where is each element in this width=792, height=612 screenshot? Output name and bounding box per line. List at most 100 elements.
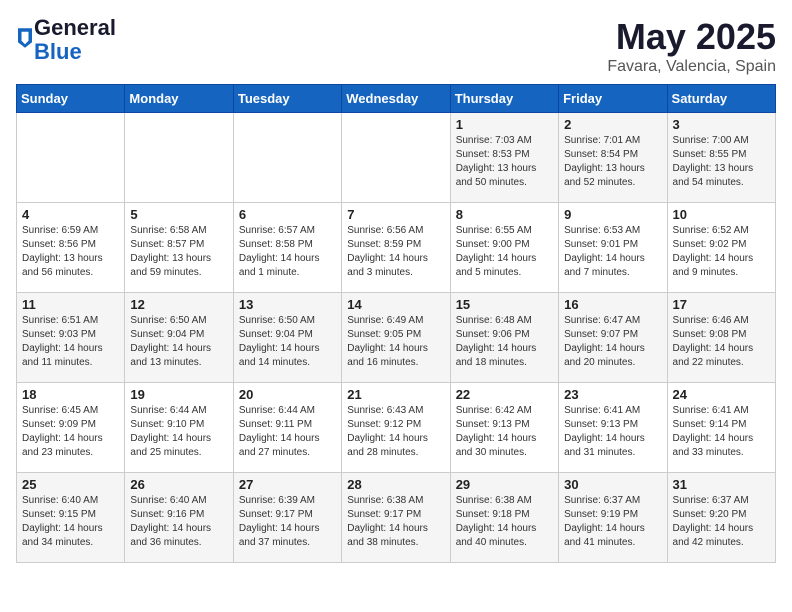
logo-blue: Blue [34, 39, 82, 64]
day-number: 3 [673, 117, 770, 132]
calendar-cell: 5 Sunrise: 6:58 AM Sunset: 8:57 PM Daylig… [125, 203, 233, 293]
cell-info: Sunrise: 6:50 AM Sunset: 9:04 PM Dayligh… [239, 314, 336, 370]
day-number: 30 [564, 477, 661, 492]
day-number: 4 [22, 207, 119, 222]
weekday-header-saturday: Saturday [667, 85, 775, 113]
day-number: 13 [239, 297, 336, 312]
calendar-cell: 9 Sunrise: 6:53 AM Sunset: 9:01 PM Daylig… [559, 203, 667, 293]
cell-info: Sunrise: 6:38 AM Sunset: 9:17 PM Dayligh… [347, 494, 444, 550]
calendar-cell: 22 Sunrise: 6:42 AM Sunset: 9:13 PM Dayli… [450, 383, 558, 473]
cell-info: Sunrise: 6:58 AM Sunset: 8:57 PM Dayligh… [130, 224, 227, 280]
cell-info: Sunrise: 6:56 AM Sunset: 8:59 PM Dayligh… [347, 224, 444, 280]
weekday-header-row: SundayMondayTuesdayWednesdayThursdayFrid… [17, 85, 776, 113]
calendar-cell [233, 113, 341, 203]
calendar-cell: 10 Sunrise: 6:52 AM Sunset: 9:02 PM Dayli… [667, 203, 775, 293]
day-number: 10 [673, 207, 770, 222]
calendar-cell: 18 Sunrise: 6:45 AM Sunset: 9:09 PM Dayli… [17, 383, 125, 473]
month-title: May 2025 [607, 16, 776, 58]
cell-info: Sunrise: 6:46 AM Sunset: 9:08 PM Dayligh… [673, 314, 770, 370]
cell-info: Sunrise: 6:44 AM Sunset: 9:11 PM Dayligh… [239, 404, 336, 460]
calendar-cell: 13 Sunrise: 6:50 AM Sunset: 9:04 PM Dayli… [233, 293, 341, 383]
logo-icon [18, 28, 32, 48]
cell-info: Sunrise: 6:45 AM Sunset: 9:09 PM Dayligh… [22, 404, 119, 460]
day-number: 12 [130, 297, 227, 312]
cell-info: Sunrise: 6:44 AM Sunset: 9:10 PM Dayligh… [130, 404, 227, 460]
cell-info: Sunrise: 6:39 AM Sunset: 9:17 PM Dayligh… [239, 494, 336, 550]
calendar-cell: 7 Sunrise: 6:56 AM Sunset: 8:59 PM Daylig… [342, 203, 450, 293]
cell-info: Sunrise: 7:03 AM Sunset: 8:53 PM Dayligh… [456, 134, 553, 190]
day-number: 23 [564, 387, 661, 402]
day-number: 18 [22, 387, 119, 402]
day-number: 1 [456, 117, 553, 132]
week-row-3: 11 Sunrise: 6:51 AM Sunset: 9:03 PM Dayli… [17, 293, 776, 383]
day-number: 20 [239, 387, 336, 402]
weekday-header-wednesday: Wednesday [342, 85, 450, 113]
week-row-1: 1 Sunrise: 7:03 AM Sunset: 8:53 PM Daylig… [17, 113, 776, 203]
cell-info: Sunrise: 6:40 AM Sunset: 9:15 PM Dayligh… [22, 494, 119, 550]
day-number: 24 [673, 387, 770, 402]
cell-info: Sunrise: 7:00 AM Sunset: 8:55 PM Dayligh… [673, 134, 770, 190]
cell-info: Sunrise: 6:37 AM Sunset: 9:19 PM Dayligh… [564, 494, 661, 550]
day-number: 27 [239, 477, 336, 492]
calendar-cell [125, 113, 233, 203]
calendar-cell: 17 Sunrise: 6:46 AM Sunset: 9:08 PM Dayli… [667, 293, 775, 383]
calendar-cell: 12 Sunrise: 6:50 AM Sunset: 9:04 PM Dayli… [125, 293, 233, 383]
day-number: 26 [130, 477, 227, 492]
cell-info: Sunrise: 6:51 AM Sunset: 9:03 PM Dayligh… [22, 314, 119, 370]
location: Favara, Valencia, Spain [607, 58, 776, 76]
cell-info: Sunrise: 6:48 AM Sunset: 9:06 PM Dayligh… [456, 314, 553, 370]
day-number: 7 [347, 207, 444, 222]
cell-info: Sunrise: 6:52 AM Sunset: 9:02 PM Dayligh… [673, 224, 770, 280]
day-number: 9 [564, 207, 661, 222]
weekday-header-friday: Friday [559, 85, 667, 113]
calendar-cell: 15 Sunrise: 6:48 AM Sunset: 9:06 PM Dayli… [450, 293, 558, 383]
day-number: 11 [22, 297, 119, 312]
week-row-2: 4Sunrise: 6:59 AM Sunset: 8:56 PM Daylig… [17, 203, 776, 293]
calendar-cell [17, 113, 125, 203]
cell-info: Sunrise: 6:41 AM Sunset: 9:14 PM Dayligh… [673, 404, 770, 460]
day-number: 15 [456, 297, 553, 312]
calendar-cell: 8Sunrise: 6:55 AM Sunset: 9:00 PM Daylig… [450, 203, 558, 293]
logo-text: General Blue [34, 16, 116, 64]
calendar-cell: 19Sunrise: 6:44 AM Sunset: 9:10 PM Dayli… [125, 383, 233, 473]
day-number: 2 [564, 117, 661, 132]
calendar-cell: 28 Sunrise: 6:38 AM Sunset: 9:17 PM Dayli… [342, 473, 450, 563]
calendar-cell: 27 Sunrise: 6:39 AM Sunset: 9:17 PM Dayli… [233, 473, 341, 563]
calendar-cell: 16Sunrise: 6:47 AM Sunset: 9:07 PM Dayli… [559, 293, 667, 383]
weekday-header-tuesday: Tuesday [233, 85, 341, 113]
cell-info: Sunrise: 7:01 AM Sunset: 8:54 PM Dayligh… [564, 134, 661, 190]
cell-info: Sunrise: 6:50 AM Sunset: 9:04 PM Dayligh… [130, 314, 227, 370]
title-block: May 2025 Favara, Valencia, Spain [607, 16, 776, 76]
day-number: 28 [347, 477, 444, 492]
calendar-cell: 1 Sunrise: 7:03 AM Sunset: 8:53 PM Daylig… [450, 113, 558, 203]
calendar-table: SundayMondayTuesdayWednesdayThursdayFrid… [16, 84, 776, 563]
cell-info: Sunrise: 6:37 AM Sunset: 9:20 PM Dayligh… [673, 494, 770, 550]
cell-info: Sunrise: 6:53 AM Sunset: 9:01 PM Dayligh… [564, 224, 661, 280]
cell-info: Sunrise: 6:41 AM Sunset: 9:13 PM Dayligh… [564, 404, 661, 460]
calendar-cell: 30 Sunrise: 6:37 AM Sunset: 9:19 PM Dayli… [559, 473, 667, 563]
weekday-header-thursday: Thursday [450, 85, 558, 113]
cell-info: Sunrise: 6:42 AM Sunset: 9:13 PM Dayligh… [456, 404, 553, 460]
calendar-cell: 6Sunrise: 6:57 AM Sunset: 8:58 PM Daylig… [233, 203, 341, 293]
weekday-header-sunday: Sunday [17, 85, 125, 113]
calendar-cell [342, 113, 450, 203]
day-number: 31 [673, 477, 770, 492]
calendar-cell: 20 Sunrise: 6:44 AM Sunset: 9:11 PM Dayli… [233, 383, 341, 473]
calendar-cell: 2 Sunrise: 7:01 AM Sunset: 8:54 PM Daylig… [559, 113, 667, 203]
logo: General Blue [16, 16, 116, 64]
day-number: 25 [22, 477, 119, 492]
day-number: 17 [673, 297, 770, 312]
calendar-body: 1 Sunrise: 7:03 AM Sunset: 8:53 PM Daylig… [17, 113, 776, 563]
cell-info: Sunrise: 6:43 AM Sunset: 9:12 PM Dayligh… [347, 404, 444, 460]
cell-info: Sunrise: 6:49 AM Sunset: 9:05 PM Dayligh… [347, 314, 444, 370]
day-number: 22 [456, 387, 553, 402]
calendar-cell: 24 Sunrise: 6:41 AM Sunset: 9:14 PM Dayli… [667, 383, 775, 473]
calendar-cell: 26Sunrise: 6:40 AM Sunset: 9:16 PM Dayli… [125, 473, 233, 563]
cell-info: Sunrise: 6:47 AM Sunset: 9:07 PM Dayligh… [564, 314, 661, 370]
cell-info: Sunrise: 6:55 AM Sunset: 9:00 PM Dayligh… [456, 224, 553, 280]
day-number: 14 [347, 297, 444, 312]
week-row-5: 25 Sunrise: 6:40 AM Sunset: 9:15 PM Dayli… [17, 473, 776, 563]
calendar-cell: 4Sunrise: 6:59 AM Sunset: 8:56 PM Daylig… [17, 203, 125, 293]
day-number: 5 [130, 207, 227, 222]
day-number: 21 [347, 387, 444, 402]
